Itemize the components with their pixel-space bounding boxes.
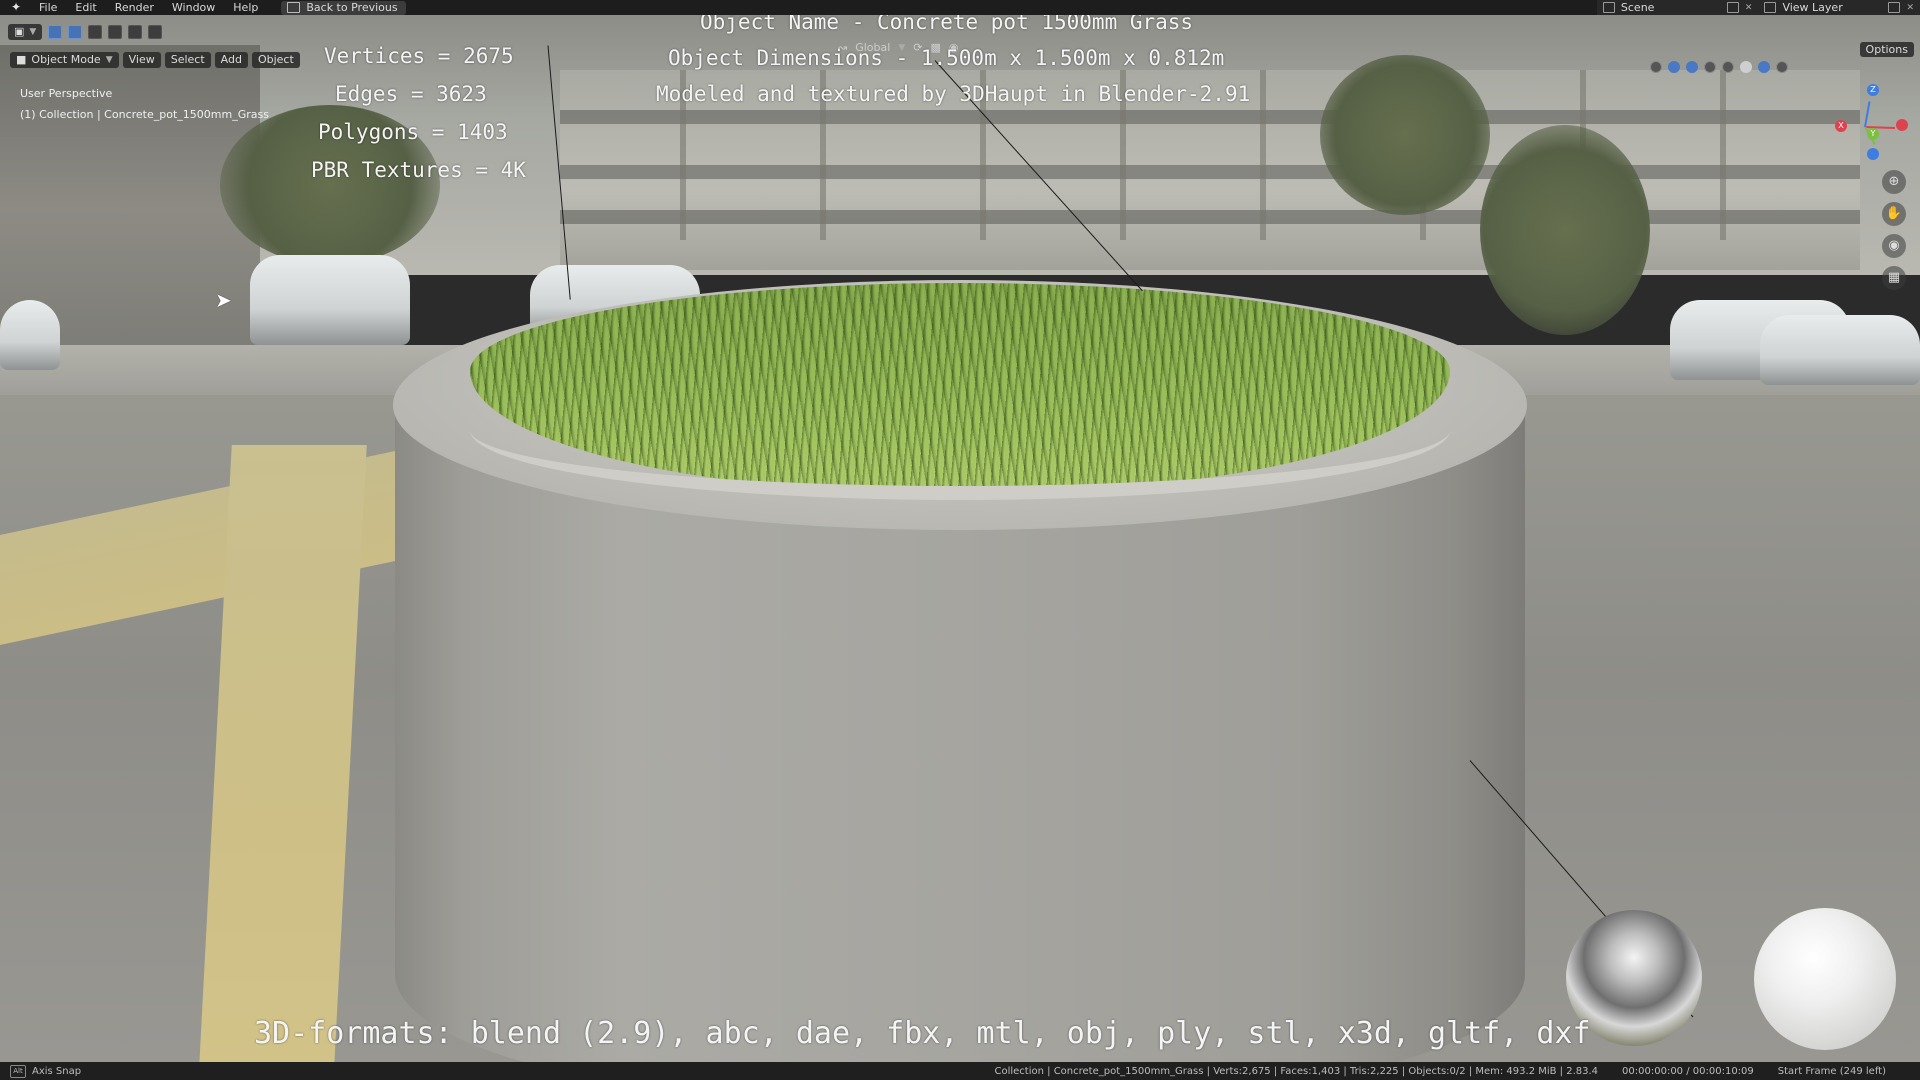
select-tool-icon[interactable] (48, 25, 63, 39)
polygons-count-text: Polygons = 1403 (318, 120, 508, 144)
menu-edit[interactable]: Edit (66, 0, 105, 15)
viewport-navigation-buttons: ⊕ ✋ ◉ ▦ (1882, 170, 1906, 290)
playback-time: 00:00:00:00 / 00:00:10:09 (1622, 1065, 1754, 1077)
blender-logo-icon[interactable]: ✦ (8, 1, 24, 14)
pan-hand-icon[interactable]: ✋ (1882, 202, 1906, 226)
view-menu[interactable]: View (122, 52, 161, 68)
rendered-shading-icon[interactable] (1776, 61, 1788, 73)
mouse-cursor-icon: ➤ (215, 288, 232, 312)
file-formats-text: 3D-formats: blend (2.9), abc, dae, fbx, … (254, 1016, 1591, 1051)
3d-viewport[interactable] (0, 15, 1920, 1062)
gizmo-z-negative-icon[interactable] (1867, 148, 1879, 160)
viewport-menu-row: ■ Object Mode ▼ View Select Add Object (10, 52, 300, 68)
status-info: Collection | Concrete_pot_1500mm_Grass |… (995, 1062, 1920, 1080)
back-to-previous-label: Back to Previous (306, 1, 398, 14)
status-hint: Alt Axis Snap (0, 1064, 82, 1078)
gizmo-x-icon[interactable]: X (1835, 120, 1847, 132)
background-car (0, 300, 60, 370)
gizmo-y-icon[interactable]: Y (1867, 128, 1879, 140)
solid-shading-icon[interactable] (1740, 61, 1752, 73)
tool-settings-row: ▣ ▼ (8, 24, 163, 40)
gizmo-z-icon[interactable]: Z (1867, 84, 1879, 96)
select-menu[interactable]: Select (164, 52, 211, 68)
add-menu[interactable]: Add (214, 52, 248, 68)
viewport-shading-tools (1650, 61, 1788, 73)
status-bar: Alt Axis Snap Collection | Concrete_pot_… (0, 1062, 1920, 1080)
xray-toggle-icon[interactable] (1704, 61, 1716, 73)
select-mode-invert-icon[interactable] (128, 25, 143, 39)
view-layer-name: View Layer (1782, 1, 1843, 14)
menu-render[interactable]: Render (106, 0, 163, 15)
background-tree (1320, 55, 1490, 215)
select-mode-subtract-icon[interactable] (108, 25, 123, 39)
close-icon[interactable]: ✕ (1745, 3, 1753, 13)
object-dimensions-text: Object Dimensions - 1.500m x 1.500m x 0.… (668, 46, 1225, 70)
scene-icon (1602, 2, 1615, 13)
scene-statistics: Collection | Concrete_pot_1500mm_Grass |… (994, 1065, 1599, 1077)
screen-icon (287, 2, 301, 13)
select-mode-extend-icon[interactable] (88, 25, 103, 39)
edges-count-text: Edges = 3623 (335, 82, 487, 106)
new-view-layer-icon[interactable] (1888, 2, 1901, 13)
zoom-icon[interactable]: ⊕ (1882, 170, 1906, 194)
back-to-previous-button[interactable]: Back to Previous (281, 0, 406, 15)
select-mode-set-icon[interactable] (68, 25, 83, 39)
object-menu[interactable]: Object (251, 52, 300, 68)
object-mode-label: Object Mode (31, 53, 101, 66)
background-car (250, 255, 410, 345)
status-hint-label: Axis Snap (32, 1065, 82, 1077)
editor-type-button[interactable]: ▣ ▼ (8, 24, 43, 40)
chevron-down-icon: ▼ (29, 27, 37, 37)
view-layer-selector[interactable]: View Layer ✕ (1758, 0, 1920, 15)
close-icon[interactable]: ✕ (1906, 3, 1914, 13)
camera-view-icon[interactable]: ◉ (1882, 234, 1906, 258)
gizmo-x-positive-icon[interactable] (1896, 119, 1908, 131)
vertices-count-text: Vertices = 2675 (324, 44, 514, 68)
scene-selectors: Scene ✕ View Layer ✕ (1596, 0, 1920, 15)
menu-help[interactable]: Help (224, 0, 267, 15)
keyboard-key-icon: Alt (10, 1064, 26, 1078)
background-tree (1480, 125, 1650, 335)
select-mode-intersect-icon[interactable] (148, 25, 163, 39)
credit-text: Modeled and textured by 3DHaupt in Blend… (656, 82, 1251, 106)
view-perspective-label: User Perspective (20, 87, 113, 100)
viewport-info: User Perspective (1) Collection | Concre… (20, 83, 269, 125)
scene-name: Scene (1620, 1, 1655, 14)
new-scene-icon[interactable] (1726, 2, 1739, 13)
overlay-toggle-icon[interactable] (1686, 61, 1698, 73)
menu-window[interactable]: Window (163, 0, 224, 15)
background-car (1760, 315, 1920, 385)
gizmo-toggle-icon[interactable] (1668, 61, 1680, 73)
options-dropdown[interactable]: Options (1859, 42, 1914, 57)
pbr-textures-text: PBR Textures = 4K (311, 158, 526, 182)
material-preview-diffuse-sphere (1754, 908, 1896, 1050)
material-preview-shading-icon[interactable] (1758, 61, 1770, 73)
active-collection-label: (1) Collection | Concrete_pot_1500mm_Gra… (20, 108, 269, 121)
object-mode-icon: ■ (16, 53, 27, 66)
chevron-down-icon: ▼ (105, 55, 113, 65)
object-mode-dropdown[interactable]: ■ Object Mode ▼ (10, 52, 119, 68)
frame-info: Start Frame (249 left) (1777, 1065, 1886, 1077)
menu-file[interactable]: File (30, 0, 66, 15)
gizmo-z-axis (1864, 101, 1871, 128)
view-layer-icon (1764, 2, 1777, 13)
navigation-gizmo[interactable]: Z X Y (1810, 82, 1910, 172)
wireframe-shading-icon[interactable] (1722, 61, 1734, 73)
visibility-icon[interactable] (1650, 61, 1662, 73)
perspective-grid-icon[interactable]: ▦ (1882, 266, 1906, 290)
editor-type-icon: ▣ (14, 25, 25, 38)
scene-selector[interactable]: Scene ✕ (1596, 0, 1759, 15)
top-menu-bar: ✦ File Edit Render Window Help Back to P… (0, 0, 1920, 15)
